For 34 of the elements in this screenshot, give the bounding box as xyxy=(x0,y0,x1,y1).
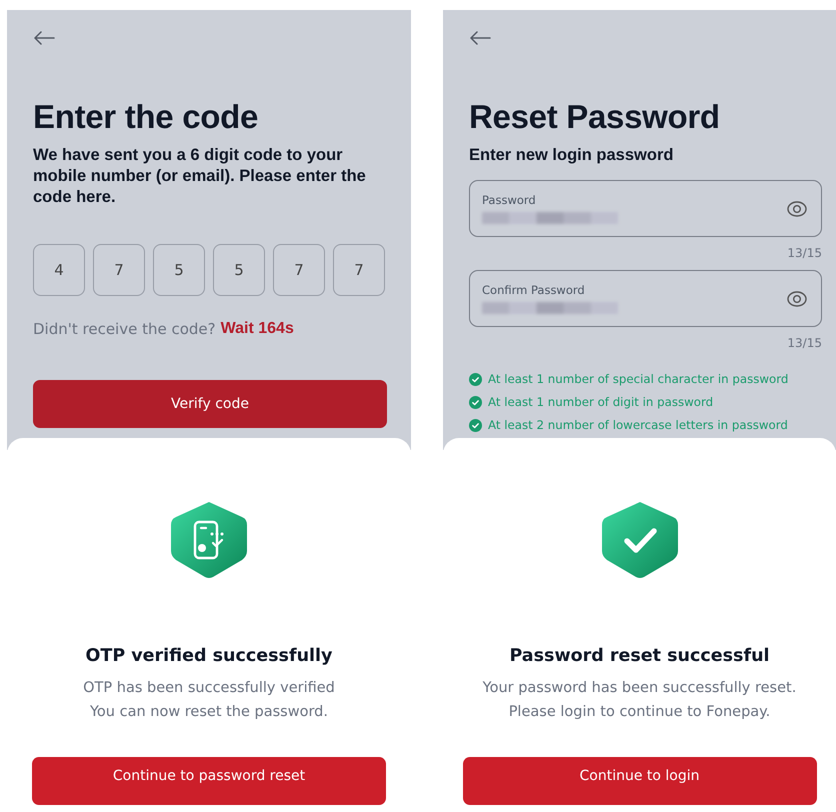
verify-code-button[interactable]: Verify code xyxy=(33,380,387,428)
shield-check-icon xyxy=(600,500,680,580)
code-digit-field[interactable]: 4 xyxy=(33,244,85,296)
code-digit-field[interactable]: 7 xyxy=(273,244,325,296)
password-field[interactable]: Confirm Password xyxy=(469,270,822,327)
back-arrow-icon[interactable] xyxy=(469,31,491,45)
resend-timer: Wait 164s xyxy=(220,320,294,338)
back-arrow-icon[interactable] xyxy=(33,31,55,45)
code-digit-field[interactable]: 5 xyxy=(213,244,265,296)
eye-icon[interactable] xyxy=(787,290,807,306)
continue-button[interactable]: Continue to login xyxy=(462,757,816,805)
success-message: You can now reset the password. xyxy=(90,703,328,722)
success-message: Please login to continue to Fonepay. xyxy=(508,703,770,722)
screen-title: Enter the code xyxy=(33,97,260,137)
resend-prompt: Didn't receive the code? xyxy=(33,320,216,338)
success-message: OTP has been successfully verified xyxy=(83,679,335,698)
password-requirement: At least 1 number of digit in password xyxy=(488,395,714,409)
code-digit-field[interactable]: 5 xyxy=(153,244,205,296)
success-message: Your password has been successfully reset. xyxy=(482,679,796,698)
password-field[interactable]: Password xyxy=(469,180,822,237)
code-digit-field[interactable]: 7 xyxy=(333,244,385,296)
success-title: Password reset successful xyxy=(509,646,770,666)
password-requirement: At least 2 number of lowercase letters in password xyxy=(488,418,788,432)
character-counter: 13/15 xyxy=(787,246,822,260)
continue-button[interactable]: Continue to password reset xyxy=(32,757,386,805)
screen-subtitle: Enter new login password xyxy=(469,145,674,166)
password-requirement: At least 1 number of special character in password xyxy=(488,372,788,386)
screen-title: Reset Password xyxy=(469,97,721,137)
instruction-text: We have sent you a 6 digit code to your mobile number (or email). Please enter the code here. xyxy=(33,145,367,208)
shield-phone-check-icon xyxy=(169,500,249,580)
eye-icon[interactable] xyxy=(787,200,807,216)
character-counter: 13/15 xyxy=(787,336,822,350)
code-digit-field[interactable]: 7 xyxy=(93,244,145,296)
success-title: OTP verified successfully xyxy=(86,646,332,666)
